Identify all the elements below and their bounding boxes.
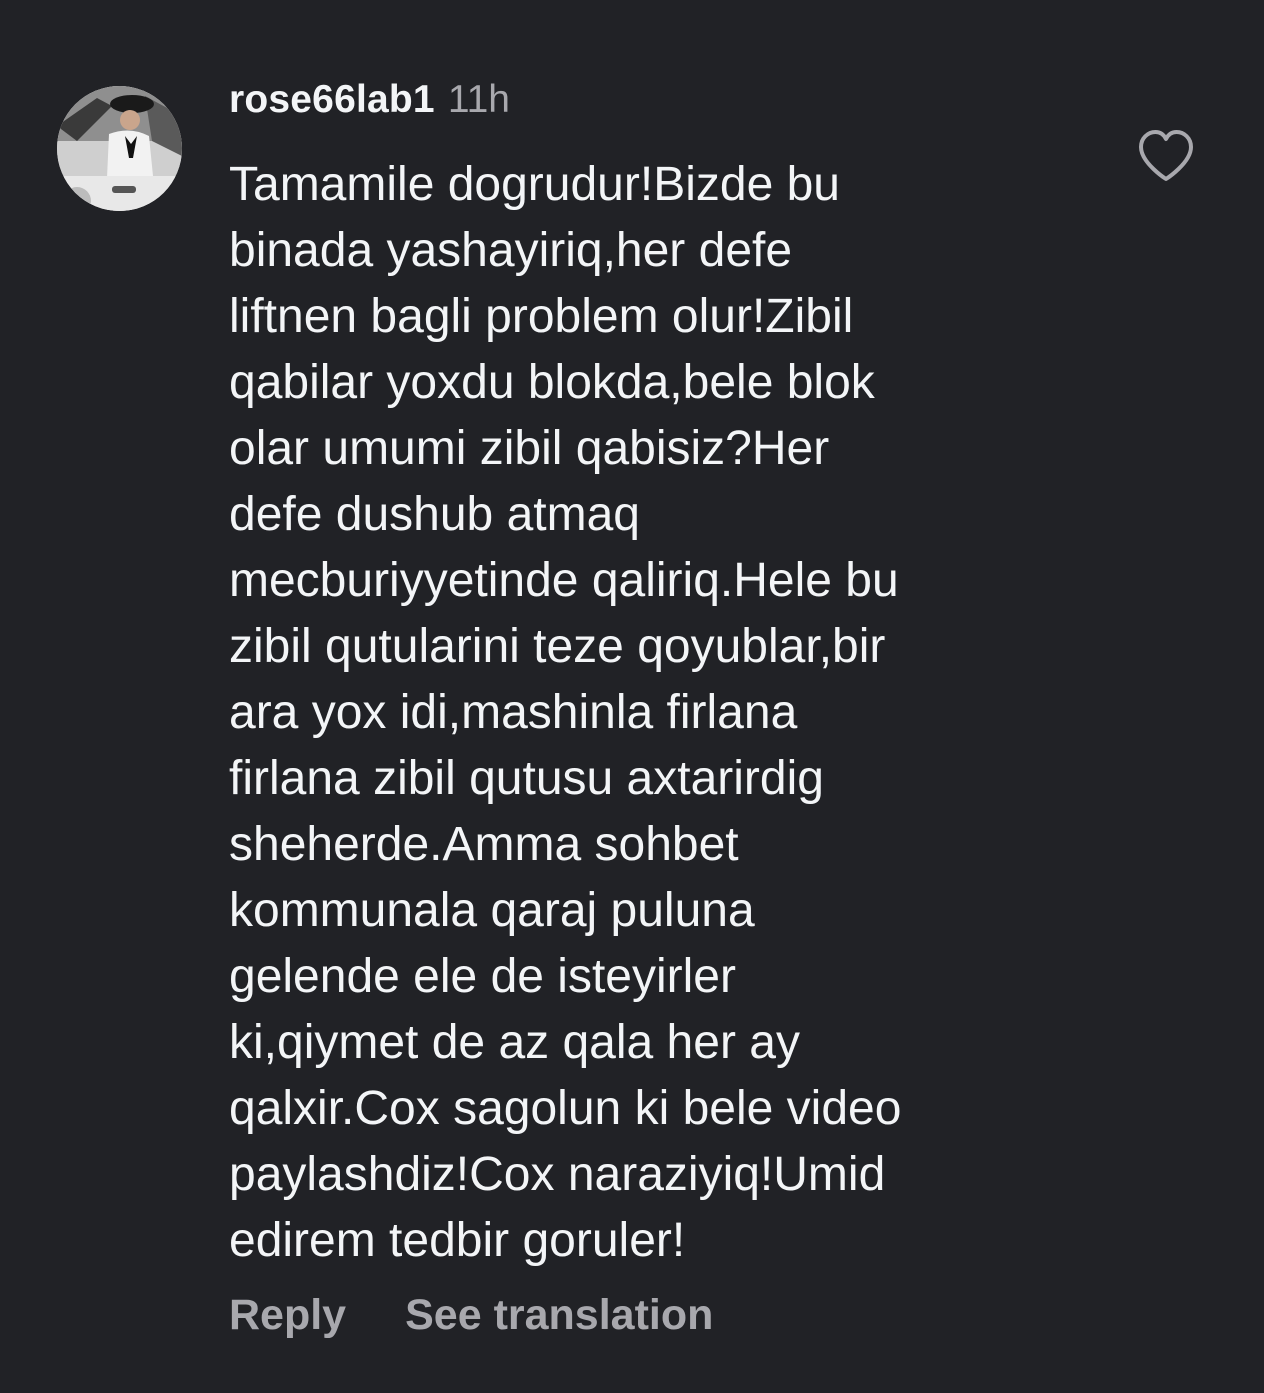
comment-text-line: paylashdiz!Cox naraziyiq!Umid <box>229 1148 886 1201</box>
comment-text-line: gelende ele de isteyirler <box>229 950 736 1003</box>
see-translation-button[interactable]: See translation <box>405 1291 713 1340</box>
comment-text-line: sheherde.Amma sohbet <box>229 818 739 871</box>
comment-text-line: defe dushub atmaq <box>229 488 640 541</box>
comment-text-line: kommunala qaraj puluna <box>229 884 755 937</box>
comment-text-line: ki,qiymet de az qala her ay <box>229 1016 800 1069</box>
comment-text-line: ara yox idi,mashinla firlana <box>229 686 798 739</box>
comment-actions: Reply See translation <box>229 1291 713 1340</box>
comment: rose66lab1 11h Tamamile dogrudur!Bizde b… <box>0 0 1264 1393</box>
comment-text-line: liftnen bagli problem olur!Zibil <box>229 290 854 343</box>
comment-header: rose66lab1 11h <box>229 78 510 130</box>
like-button[interactable] <box>1137 129 1195 183</box>
reply-button[interactable]: Reply <box>229 1291 346 1340</box>
username[interactable]: rose66lab1 <box>229 78 435 122</box>
comment-text: Tamamile dogrudur!Bizde bu binada yashayi… <box>229 152 1089 1274</box>
comment-text-line: binada yashayiriq,her defe <box>229 224 793 277</box>
comment-text-line: edirem tedbir goruler! <box>229 1214 686 1267</box>
comment-text-line: qabilar yoxdu blokda,bele blok <box>229 356 875 409</box>
comment-text-line: Tamamile dogrudur!Bizde bu <box>229 158 840 211</box>
heart-outline-icon <box>1139 130 1193 181</box>
comment-text-line: firlana zibil qutusu axtarirdig <box>229 752 824 805</box>
comment-text-line: olar umumi zibil qabisiz?Her <box>229 422 830 475</box>
comment-text-line: zibil qutularini teze qoyublar,bir <box>229 620 886 673</box>
timestamp: 11h <box>447 78 510 121</box>
comment-text-line: qalxir.Cox sagolun ki bele video <box>229 1082 902 1135</box>
comment-text-line: mecburiyyetinde qaliriq.Hele bu <box>229 554 899 607</box>
avatar-photo <box>57 86 182 211</box>
avatar[interactable] <box>57 86 182 211</box>
